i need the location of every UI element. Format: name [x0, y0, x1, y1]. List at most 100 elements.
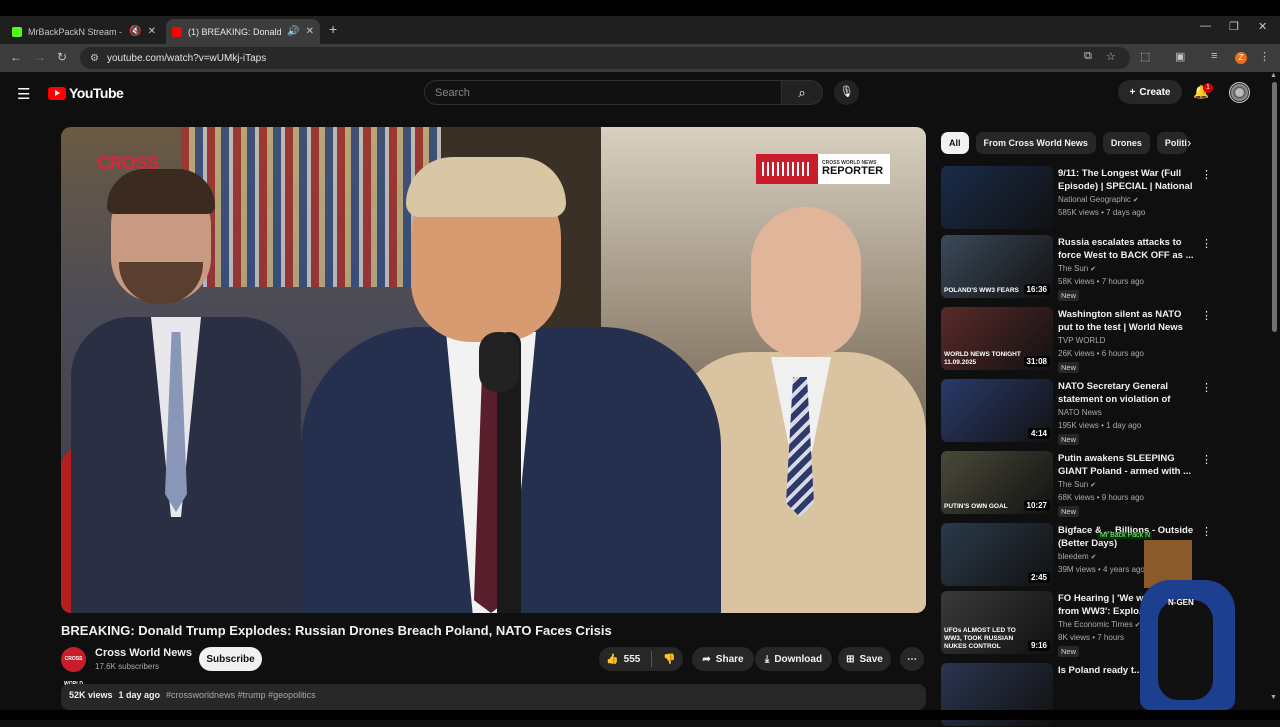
minimize-icon[interactable]: —	[1200, 20, 1211, 32]
search-input[interactable]: Search	[424, 80, 782, 105]
save-button[interactable]: ⊞ Save	[838, 647, 891, 671]
tab-close-icon[interactable]: ✕	[148, 26, 156, 37]
recommendation-thumbnail[interactable]: POLAND'S WW3 FEARS 16:36	[941, 235, 1053, 298]
recommendation-item[interactable]: PUTIN'S OWN GOAL 10:27 Putin awakens SLEEP…	[941, 451, 1212, 517]
recommendation-thumbnail[interactable]: 2:45	[941, 523, 1053, 586]
chip-politics[interactable]: Politics	[1156, 132, 1187, 154]
more-vertical-icon[interactable]: ⋮	[1201, 168, 1212, 181]
more-actions-button[interactable]: ⋯	[900, 647, 924, 671]
new-badge: New	[1058, 362, 1080, 373]
video-player[interactable]: CROSS CROSS WORLD NEWS REPORTER	[61, 127, 926, 613]
recommendation-title[interactable]: Putin awakens SLEEPING GIANT Poland - ar…	[1058, 452, 1196, 478]
recommendation-thumbnail[interactable]: 4:14	[941, 379, 1053, 442]
recommendation-thumbnail[interactable]: UFOs ALMOST LED TO WW3, TOOK RUSSIAN NUK…	[941, 591, 1053, 654]
recommendation-channel-name: The Sun	[1058, 264, 1089, 273]
recommendation-thumbnail[interactable]: WORLD NEWS TONIGHT 11.09.2025 31:08	[941, 307, 1053, 370]
recommendation-channel-name: The Sun	[1058, 480, 1089, 489]
recommendation-channel-name: TVP WORLD	[1058, 336, 1106, 345]
recommendation-channel[interactable]: National Geographic ✔	[1058, 195, 1139, 204]
podium-microphone	[479, 332, 519, 392]
scrollbar-thumb[interactable]	[1272, 82, 1277, 332]
media-controls-icon[interactable]: ≡	[1211, 50, 1217, 62]
recommendation-meta: 8K views • 7 hours	[1058, 633, 1124, 642]
dislike-icon[interactable]: 👎	[663, 654, 675, 665]
recommendation-title[interactable]: NATO Secretary General statement on viol…	[1058, 380, 1196, 406]
like-icon[interactable]: 👍	[606, 654, 618, 665]
like-count[interactable]: 555	[624, 654, 641, 665]
url-text: youtube.com/watch?v=wUMkj-iTaps	[106, 52, 267, 64]
extensions-icon[interactable]: ⬚	[1140, 50, 1150, 63]
plus-icon: +	[1129, 86, 1136, 98]
view-count: 52K views	[69, 690, 113, 700]
search-button[interactable]: ⌕	[781, 80, 823, 105]
scroll-up-icon[interactable]: ▲	[1270, 72, 1277, 79]
recommendation-thumbnail[interactable]	[941, 166, 1053, 229]
browser-tab-stream[interactable]: MrBackPackN Stream - Wa 🔇 ✕	[6, 19, 162, 44]
recommendation-meta: 58K views • 7 hours ago	[1058, 277, 1144, 286]
channel-name[interactable]: Cross World News	[95, 647, 192, 659]
address-bar[interactable]: ⚙ youtube.com/watch?v=wUMkj-iTaps	[80, 47, 1130, 69]
more-vertical-icon[interactable]: ⋮	[1201, 525, 1212, 538]
verified-check-icon: ✔	[1088, 554, 1097, 561]
screen-bottom-edge	[0, 710, 1280, 720]
duration-badge: 10:27	[1023, 500, 1050, 511]
kick-favicon-icon	[12, 26, 22, 37]
recommendation-channel[interactable]: bleedem ✔	[1058, 552, 1097, 561]
scroll-down-icon[interactable]: ▼	[1270, 694, 1277, 701]
browser-tab-youtube[interactable]: (1) BREAKING: Donald Trum 🔊 ✕	[166, 19, 320, 44]
recommendation-channel[interactable]: TVP WORLD	[1058, 336, 1105, 345]
recommendation-channel[interactable]: The Economic Times ✔	[1058, 620, 1141, 629]
chip-all[interactable]: All	[941, 132, 969, 154]
browser-profile-avatar[interactable]: Z	[1235, 52, 1247, 64]
recommendation-title[interactable]: Russia escalates attacks to force West t…	[1058, 236, 1196, 262]
recommendation-title[interactable]: Washington silent as NATO put to the tes…	[1058, 308, 1196, 334]
recommendation-channel[interactable]: NATO News	[1058, 408, 1102, 417]
channel-subscriber-count: 17.6K subscribers	[95, 662, 160, 671]
description-box[interactable]: 52K views 1 day ago #crossworldnews #tru…	[61, 684, 926, 710]
recommendation-title[interactable]: 9/11: The Longest War (Full Episode) | S…	[1058, 167, 1196, 193]
chip-from-channel[interactable]: From Cross World News	[975, 132, 1096, 154]
menu-icon[interactable]: ☰	[17, 85, 30, 103]
recommendation-channel[interactable]: The Sun ✔	[1058, 480, 1096, 489]
tab-muted-icon[interactable]: 🔇	[129, 26, 141, 37]
recommendation-item[interactable]: WORLD NEWS TONIGHT 11.09.2025 31:08 Washin…	[941, 307, 1212, 373]
recommendation-item[interactable]: 9/11: The Longest War (Full Episode) | S…	[941, 166, 1212, 230]
hashtags[interactable]: #crossworldnews #trump #geopolitics	[166, 690, 316, 704]
share-button[interactable]: ➦ Share	[692, 647, 754, 671]
more-vertical-icon[interactable]: ⋮	[1201, 237, 1212, 250]
recommendation-meta: 68K views • 9 hours ago	[1058, 493, 1144, 502]
more-horizontal-icon: ⋯	[907, 653, 917, 665]
recommendation-thumbnail[interactable]: PUTIN'S OWN GOAL 10:27	[941, 451, 1053, 514]
recommendation-item[interactable]: 4:14 NATO Secretary General statement on …	[941, 379, 1212, 445]
site-info-icon[interactable]: ⚙	[90, 53, 99, 64]
download-button[interactable]: ⤓ Download	[755, 647, 832, 671]
more-vertical-icon[interactable]: ⋮	[1201, 309, 1212, 322]
tab-audio-icon[interactable]: 🔊	[287, 26, 299, 37]
forward-icon[interactable]: →	[34, 50, 46, 64]
voice-search-button[interactable]: 🎙	[834, 80, 859, 105]
tab-close-icon[interactable]: ✕	[306, 26, 314, 37]
maximize-icon[interactable]: ❐	[1229, 20, 1239, 33]
more-vertical-icon[interactable]: ⋮	[1201, 381, 1212, 394]
reload-icon[interactable]: ↻	[57, 50, 67, 64]
youtube-logo[interactable]: YouTube	[48, 85, 124, 101]
bookmark-star-icon[interactable]: ☆	[1106, 50, 1116, 63]
install-app-icon[interactable]: ⧉	[1084, 50, 1092, 63]
new-tab-button[interactable]: +	[329, 21, 337, 37]
account-avatar[interactable]	[1229, 82, 1250, 103]
verified-check-icon: ✔	[1088, 482, 1097, 489]
browser-menu-icon[interactable]: ⋮	[1259, 50, 1270, 63]
recommendation-item[interactable]: POLAND'S WW3 FEARS 16:36 Russia escalates …	[941, 235, 1212, 301]
channel-avatar[interactable]: CROSS WORLD	[61, 647, 86, 687]
more-vertical-icon[interactable]: ⋮	[1201, 453, 1212, 466]
chevron-right-icon[interactable]: ›	[1187, 135, 1191, 150]
sidebar-icon[interactable]: ▣	[1175, 50, 1185, 63]
verified-check-icon: ✔	[1088, 266, 1097, 273]
back-icon[interactable]: ←	[10, 50, 22, 64]
chip-drones[interactable]: Drones	[1102, 132, 1150, 154]
recommendation-channel[interactable]: The Sun ✔	[1058, 264, 1096, 273]
recommendation-meta: 39M views • 4 years ago	[1058, 565, 1145, 574]
subscribe-button[interactable]: Subscribe	[199, 647, 262, 671]
window-close-icon[interactable]: ✕	[1258, 20, 1267, 33]
create-button[interactable]: + Create	[1118, 80, 1182, 104]
